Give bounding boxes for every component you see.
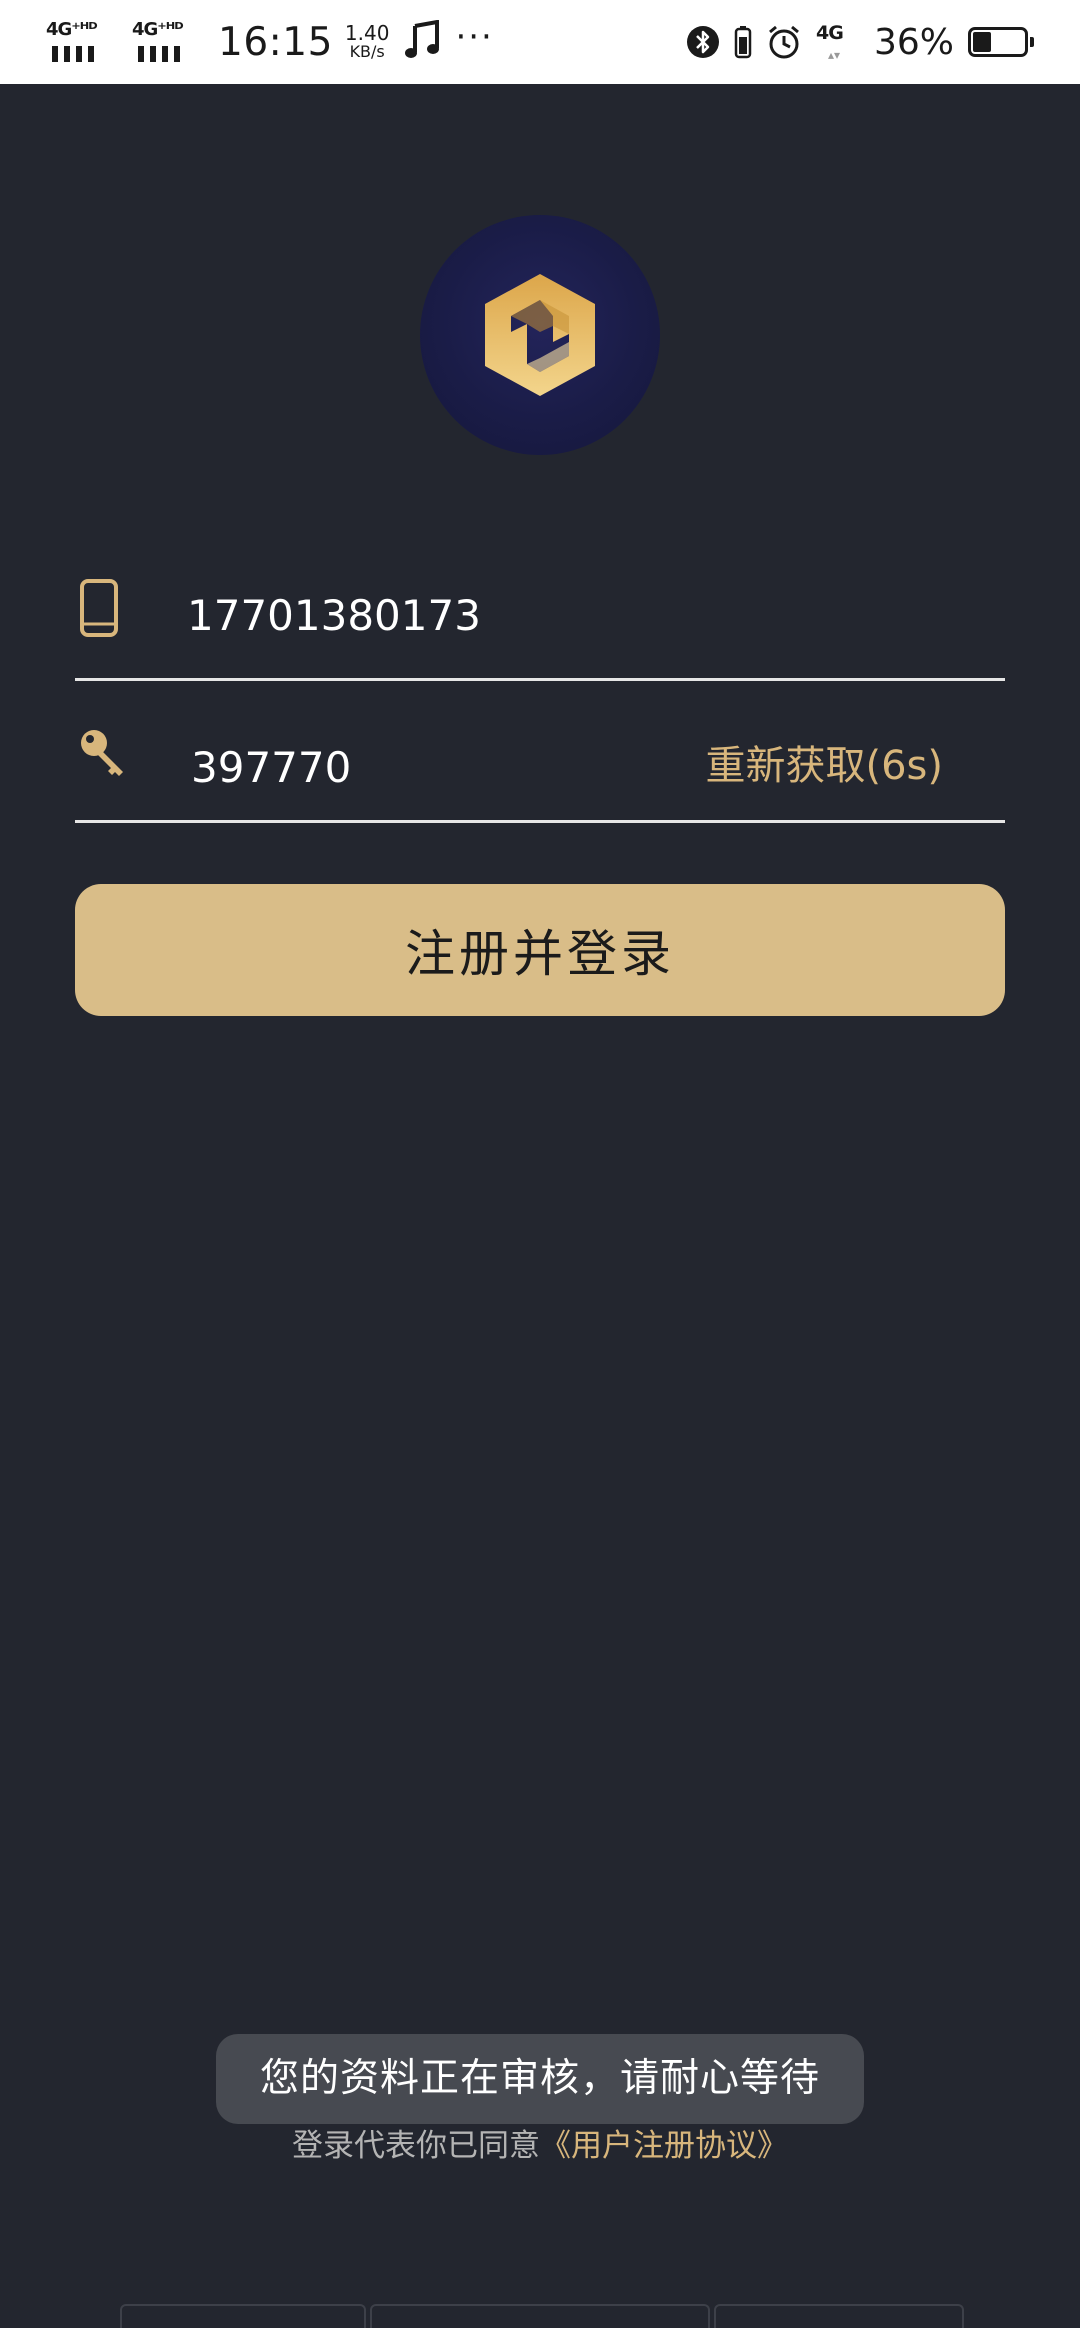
phone-icon <box>79 578 119 642</box>
music-note-icon <box>405 19 441 64</box>
battery-percent: 36% <box>873 21 954 63</box>
mobile-data-icon: 4G ▴▾ <box>815 22 844 62</box>
app-logo-icon <box>485 274 595 396</box>
bluetooth-icon <box>686 24 720 60</box>
key-icon <box>79 728 127 782</box>
network-speed: 1.40 KB/s <box>345 23 390 61</box>
battery-fill <box>973 32 991 52</box>
status-bar: 4G⁺ᴴᴰ 4G⁺ᴴᴰ 16:15 1.40 KB/s ··· 4G ▴▾ 36… <box>0 0 1080 84</box>
agreement-prefix: 登录代表你已同意 <box>292 2128 540 2164</box>
network-speed-value: 1.40 <box>344 21 390 45</box>
bottom-partial-element-3 <box>714 2304 964 2328</box>
verification-code-input[interactable] <box>191 732 611 802</box>
more-notifications-icon: ··· <box>455 17 494 57</box>
signal-1-icon: 4G⁺ᴴᴰ <box>46 20 110 64</box>
bottom-partial-element-1 <box>120 2304 366 2328</box>
app-logo <box>420 215 660 455</box>
alarm-clock-icon <box>766 24 802 60</box>
bottom-partial-element-2 <box>370 2304 710 2328</box>
verification-code-field: 重新获取(6s) <box>75 710 1005 823</box>
network-speed-unit: KB/s <box>349 42 385 61</box>
agreement-notice: 登录代表你已同意《用户注册协议》 <box>0 2120 1080 2165</box>
network-type: 4G <box>815 22 844 44</box>
phone-field <box>75 560 1005 681</box>
battery-icon <box>968 27 1034 57</box>
user-agreement-link[interactable]: 《用户注册协议》 <box>540 2128 788 2164</box>
status-bar-right: 4G ▴▾ 36% <box>672 0 1034 84</box>
signal-1-label: 4G⁺ᴴᴰ <box>46 19 98 40</box>
register-and-login-button[interactable]: 注册并登录 <box>75 884 1005 1016</box>
phone-battery-icon <box>734 25 752 59</box>
status-time: 16:15 <box>218 19 333 65</box>
signal-2-icon: 4G⁺ᴴᴰ <box>132 20 196 64</box>
status-bar-left: 4G⁺ᴴᴰ 4G⁺ᴴᴰ 16:15 1.40 KB/s ··· <box>46 0 494 84</box>
review-pending-toast: 您的资料正在审核，请耐心等待 <box>216 2034 864 2124</box>
resend-code-button[interactable]: 重新获取(6s) <box>706 728 944 804</box>
signal-2-label: 4G⁺ᴴᴰ <box>132 19 184 40</box>
phone-input[interactable] <box>187 580 707 650</box>
